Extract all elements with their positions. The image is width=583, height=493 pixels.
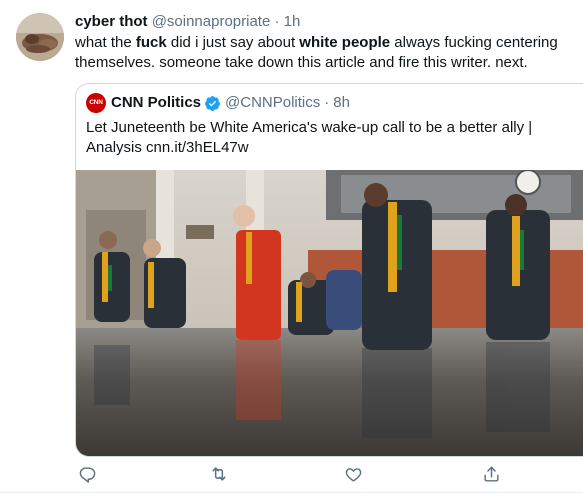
- separator: ·: [274, 13, 280, 30]
- quoted-tweet-header: CNN CNN Politics @CNNPolitics · 8h: [86, 93, 350, 113]
- tweet-text-part: did i just say about: [166, 34, 300, 51]
- share-button[interactable]: [479, 462, 503, 486]
- retweet-icon: [212, 467, 226, 481]
- retweet-button[interactable]: [207, 462, 231, 486]
- tweet-card[interactable]: cyber thot @soinnapropriate · 1h what th…: [0, 0, 583, 493]
- cnn-logo-text: CNN: [89, 99, 103, 106]
- quoted-timestamp[interactable]: 8h: [333, 93, 350, 113]
- tweet-header: cyber thot @soinnapropriate · 1h: [75, 12, 300, 32]
- separator: ·: [324, 94, 330, 111]
- quoted-display-name[interactable]: CNN Politics: [111, 93, 201, 113]
- tweet-text: what the fuck did i just say about white…: [75, 33, 570, 73]
- tweet-text-bold: fuck: [135, 34, 167, 51]
- like-icon: [345, 467, 361, 482]
- tweet-text-part: what the: [75, 34, 136, 51]
- timestamp[interactable]: 1h: [284, 13, 301, 30]
- reply-button[interactable]: [75, 462, 99, 486]
- quoted-tweet-photo[interactable]: [76, 170, 583, 457]
- handle[interactable]: @soinnapropriate: [152, 13, 271, 30]
- verified-badge-icon: [205, 95, 220, 111]
- avatar[interactable]: [16, 13, 64, 61]
- tweet-text-bold: white people: [299, 34, 391, 51]
- avatar-image: [16, 13, 64, 61]
- reply-icon: [79, 466, 95, 483]
- quoted-tweet-text: Let Juneteenth be White America's wake-u…: [86, 119, 533, 156]
- display-name[interactable]: cyber thot: [75, 13, 148, 30]
- quoted-tweet[interactable]: CNN CNN Politics @CNNPolitics · 8h Let J…: [75, 83, 583, 457]
- cnn-logo[interactable]: CNN: [86, 93, 106, 113]
- like-button[interactable]: [341, 462, 365, 486]
- quoted-handle[interactable]: @CNNPolitics: [225, 93, 320, 113]
- share-icon: [483, 466, 499, 482]
- tweet-actions: [75, 462, 515, 486]
